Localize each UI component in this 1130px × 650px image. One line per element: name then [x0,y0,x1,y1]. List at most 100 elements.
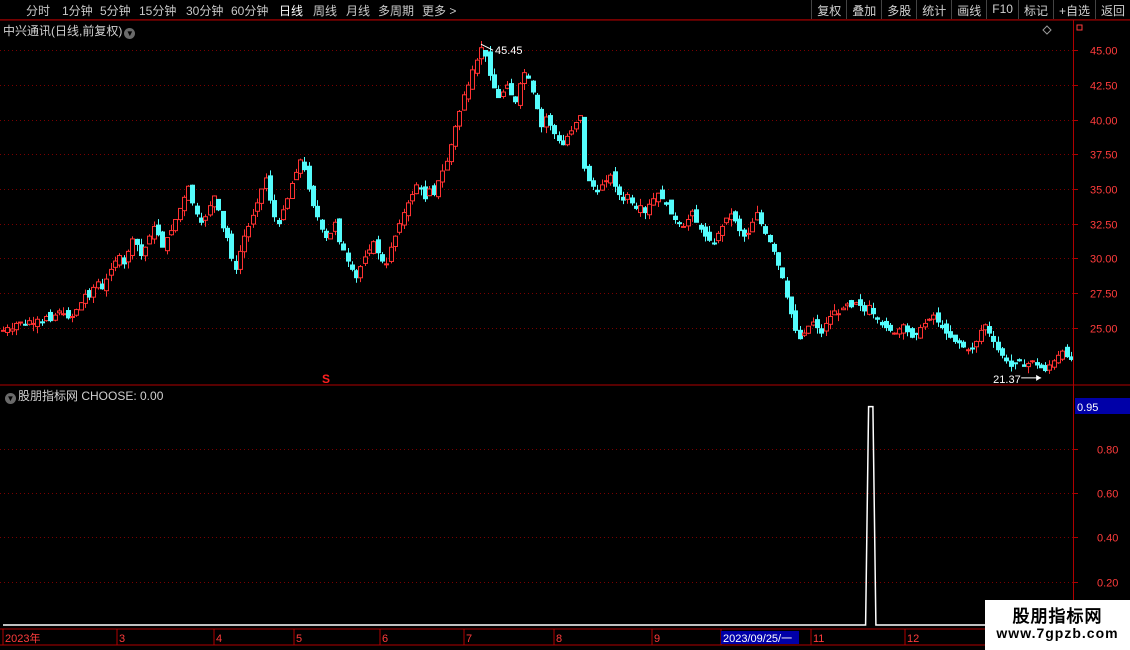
candle-body [961,341,966,348]
candle-body [819,328,824,334]
candle-body [733,211,738,222]
candle-body [397,223,402,233]
candle-body [712,242,717,245]
candle-body [363,256,368,264]
candle-body [656,192,661,203]
candle-body [414,184,419,195]
indicator-axis: 0.20 0.40 0.60 0.80 0.95 [1073,398,1130,590]
candle-body [66,310,71,319]
candle-body [432,185,437,196]
candle-body [10,328,15,332]
candle-body [268,175,273,201]
candle-body [328,232,333,240]
candle-body [147,235,152,245]
candle-body [453,126,458,147]
candle-body [884,320,889,329]
date-tick-label: 2023年 [5,631,40,645]
candle-body [225,227,230,239]
candle-body [384,263,389,266]
candle-body [565,135,570,146]
candle-body [173,219,178,232]
candle-body [621,196,626,201]
candle-body [208,205,213,216]
candle-body [234,260,239,270]
candle-body [574,122,579,130]
candle-body [440,170,445,183]
candle-body [544,116,549,128]
candle-body [880,321,885,326]
date-tick-label: 5 [296,633,302,645]
candle-body [888,324,893,331]
candle-body [44,315,49,322]
candle-body [104,278,109,292]
indicator-grid [0,449,1073,583]
high-label: 45.45 [495,45,523,57]
candle-body [1035,362,1040,366]
candle-body [178,207,183,221]
candle-body [492,74,497,89]
date-tick-label: 11 [813,633,824,645]
candle-body [772,243,777,252]
candle-body [238,250,243,270]
candle-body [1000,348,1005,356]
candle-body [281,209,286,221]
candle-body [496,88,501,99]
candle-body [875,317,880,320]
candle-body [277,219,282,225]
candle-body [1030,360,1035,363]
candle-body [475,59,480,74]
candle-body [927,318,932,321]
candle-body [152,225,157,240]
candle-body [156,224,161,236]
candle-body [806,325,811,334]
candle-body [587,165,592,182]
candle-body [337,218,342,243]
candle-body [302,161,307,171]
candle-body [582,116,587,169]
candle-body [923,322,928,328]
candle-body [212,195,217,208]
candle-body [83,293,88,304]
candle-body [462,94,467,111]
candle-body [488,51,493,76]
chart-title: 中兴通讯(日线,前复权) ▼ [3,22,137,39]
candle-body [501,91,506,97]
candle-body [966,349,971,352]
candle-body [445,160,450,171]
candle-body [953,334,958,342]
chevron-down-icon[interactable]: ▼ [5,393,16,404]
candle-body [190,184,195,204]
candle-body [686,219,691,227]
candle-body [1060,350,1065,360]
watermark-line2: www.7gpzb.com [996,625,1119,641]
indicator-signal-line [3,405,1071,626]
candle-body [186,185,191,201]
candle-body [613,171,618,187]
candle-body [1009,360,1014,367]
candle-body [983,324,988,331]
candle-body [1056,354,1061,364]
date-tick-label: 3 [119,633,125,645]
candle-body [716,232,721,242]
watermark-logo: 股朋指标网 www.7gpzb.com [985,600,1130,650]
candle-body [561,140,566,146]
candle-body [1022,364,1027,367]
candle-body [854,302,859,305]
candle-body [53,314,58,321]
candle-body [389,246,394,262]
candle-body [259,188,264,204]
candle-body [307,165,312,190]
chevron-down-icon[interactable]: ▼ [124,28,136,39]
candle-body [892,332,897,335]
candle-body [509,83,514,96]
candle-body [518,83,523,106]
candle-body [165,237,170,252]
low-label: 21.37 [993,374,1021,386]
candle-body [393,235,398,248]
candle-body [798,329,803,340]
date-tick-label: 8 [556,633,562,645]
candle-body [724,217,729,224]
candle-body [867,304,872,315]
candle-body [466,84,471,100]
candle-body [569,130,574,135]
